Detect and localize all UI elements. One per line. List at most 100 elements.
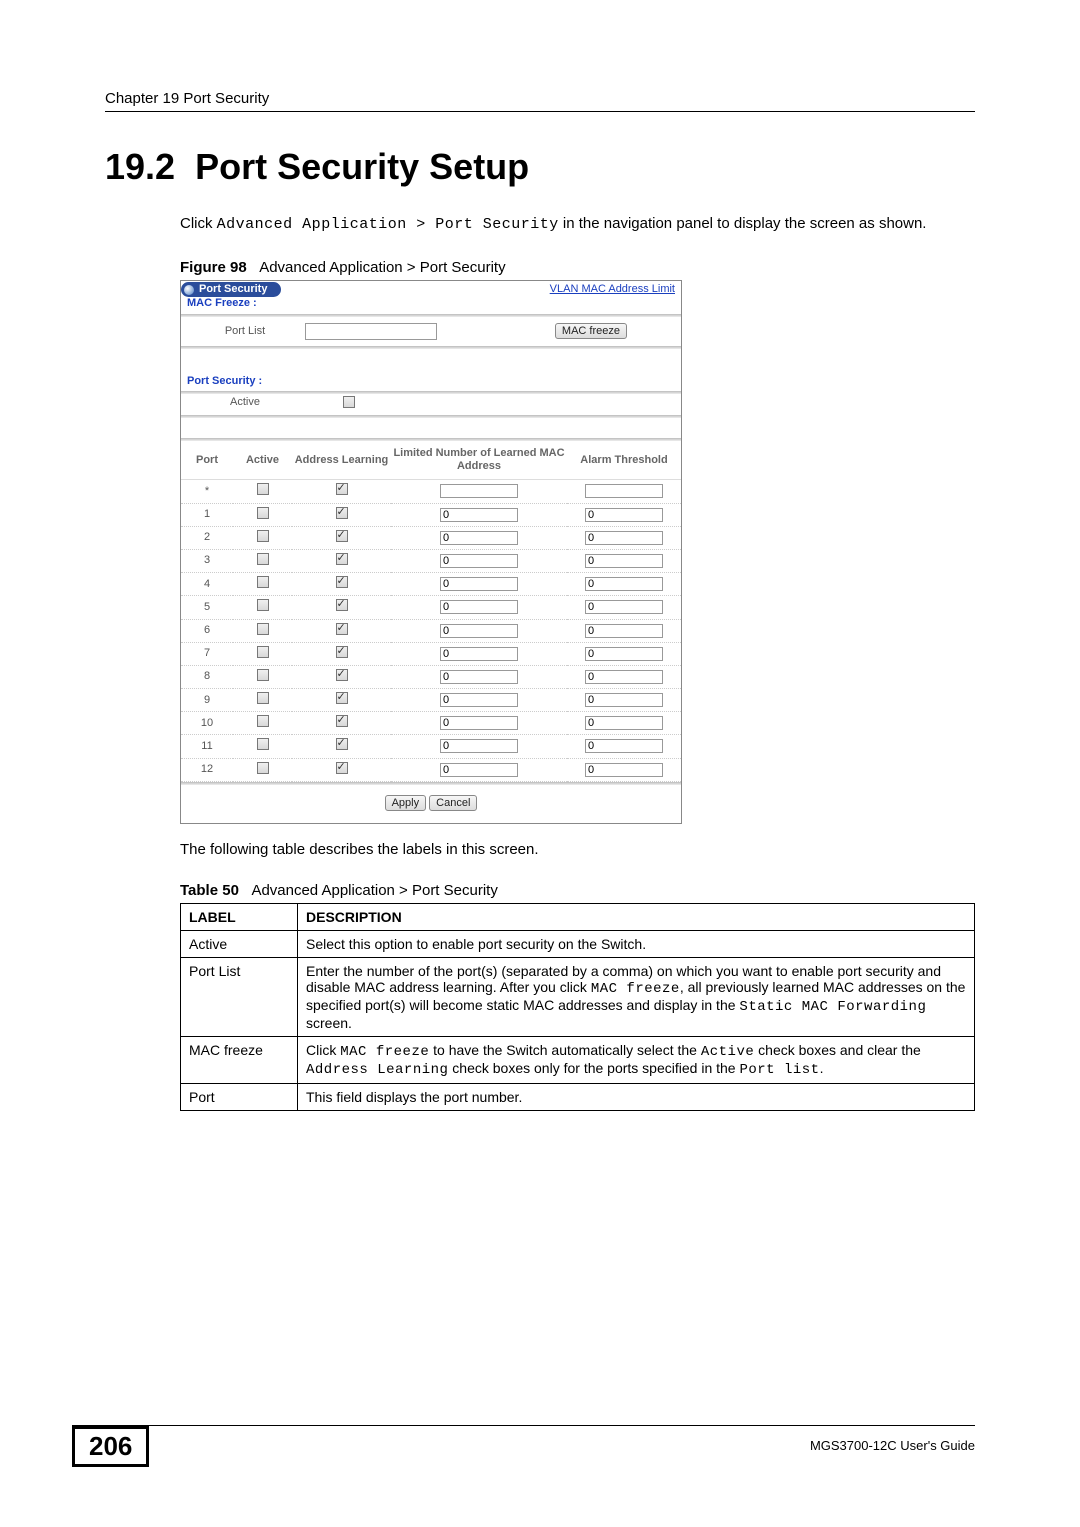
limited-input[interactable] [440,484,518,498]
addr-learning-checkbox[interactable] [336,576,348,588]
alarm-cell [567,758,681,781]
addr-learning-checkbox[interactable] [336,715,348,727]
limited-input[interactable] [440,508,518,522]
active-cell [233,526,292,549]
alarm-input[interactable] [585,600,663,614]
alarm-input[interactable] [585,554,663,568]
active-checkbox[interactable] [257,553,269,565]
table-caption-text: Advanced Application > Port Security [251,882,497,899]
table-row: MAC freezeClick MAC freeze to have the S… [181,1037,975,1084]
active-checkbox[interactable] [257,692,269,704]
apply-button[interactable]: Apply [385,795,427,811]
addr-learning-checkbox[interactable] [336,738,348,750]
limited-input[interactable] [440,554,518,568]
active-checkbox[interactable] [257,623,269,635]
desc-label-cell: Port List [181,958,298,1037]
port-cell: 9 [181,689,233,712]
text-span: . [820,1060,824,1076]
addr-learning-checkbox[interactable] [336,599,348,611]
addr-learning-cell [292,665,391,688]
alarm-input[interactable] [585,508,663,522]
alarm-input[interactable] [585,531,663,545]
active-checkbox[interactable] [257,646,269,658]
global-active-checkbox[interactable] [343,396,355,408]
desc-text-cell: Click MAC freeze to have the Switch auto… [298,1037,975,1084]
alarm-input[interactable] [585,716,663,730]
limited-cell [391,619,567,642]
alarm-cell [567,642,681,665]
addr-learning-cell [292,735,391,758]
limited-input[interactable] [440,739,518,753]
active-checkbox[interactable] [257,715,269,727]
port-list-input[interactable] [305,323,437,340]
limited-input[interactable] [440,693,518,707]
desc-label-cell: MAC freeze [181,1037,298,1084]
code-span: MAC freeze [591,981,680,997]
limited-input[interactable] [440,716,518,730]
alarm-input[interactable] [585,647,663,661]
mac-freeze-button[interactable]: MAC freeze [555,323,627,339]
col-limited: Limited Number of Learned MAC Address [391,441,567,480]
intro-code: Advanced Application > Port Security [217,216,559,233]
limited-input[interactable] [440,670,518,684]
limited-cell [391,526,567,549]
alarm-input[interactable] [585,670,663,684]
alarm-input[interactable] [585,739,663,753]
limited-input[interactable] [440,647,518,661]
alarm-input[interactable] [585,484,663,498]
addr-learning-checkbox[interactable] [336,483,348,495]
mac-freeze-heading: MAC Freeze : [181,297,681,313]
limited-input[interactable] [440,531,518,545]
table-row: 3 [181,549,681,572]
active-checkbox[interactable] [257,530,269,542]
alarm-input[interactable] [585,624,663,638]
code-span: Address Learning [306,1062,448,1078]
active-checkbox[interactable] [257,738,269,750]
addr-learning-checkbox[interactable] [336,692,348,704]
alarm-cell [567,503,681,526]
limited-input[interactable] [440,624,518,638]
alarm-cell [567,712,681,735]
desc-label-cell: Port [181,1084,298,1111]
active-checkbox[interactable] [257,599,269,611]
table-row: 4 [181,573,681,596]
limited-cell [391,689,567,712]
code-span: Active [701,1044,754,1060]
text-span: screen. [306,1015,352,1031]
cancel-button[interactable]: Cancel [429,795,477,811]
text-span: to have the Switch automatically select … [429,1042,701,1058]
addr-learning-checkbox[interactable] [336,553,348,565]
port-cell: 8 [181,665,233,688]
port-cell: 10 [181,712,233,735]
table-row: 2 [181,526,681,549]
addr-learning-checkbox[interactable] [336,762,348,774]
alarm-input[interactable] [585,577,663,591]
addr-learning-checkbox[interactable] [336,669,348,681]
text-span: Click [306,1042,340,1058]
active-checkbox[interactable] [257,576,269,588]
addr-learning-cell [292,596,391,619]
text-span: This field displays the port number. [306,1089,522,1105]
alarm-input[interactable] [585,693,663,707]
alarm-input[interactable] [585,763,663,777]
active-checkbox[interactable] [257,483,269,495]
text-span: Select this option to enable port securi… [306,936,646,952]
addr-learning-checkbox[interactable] [336,646,348,658]
text-span: check boxes only for the ports specified… [448,1060,739,1076]
vlan-mac-address-limit-link[interactable]: VLAN MAC Address Limit [550,283,675,296]
active-checkbox[interactable] [257,669,269,681]
active-checkbox[interactable] [257,762,269,774]
addr-learning-checkbox[interactable] [336,507,348,519]
desc-text-cell: Enter the number of the port(s) (separat… [298,958,975,1037]
active-checkbox[interactable] [257,507,269,519]
addr-learning-cell [292,758,391,781]
section-number: 19.2 [105,146,175,187]
code-span: Static MAC Forwarding [739,999,926,1015]
limited-input[interactable] [440,763,518,777]
addr-learning-cell [292,689,391,712]
addr-learning-checkbox[interactable] [336,623,348,635]
addr-learning-checkbox[interactable] [336,530,348,542]
limited-input[interactable] [440,600,518,614]
limited-input[interactable] [440,577,518,591]
col-port: Port [181,441,233,480]
